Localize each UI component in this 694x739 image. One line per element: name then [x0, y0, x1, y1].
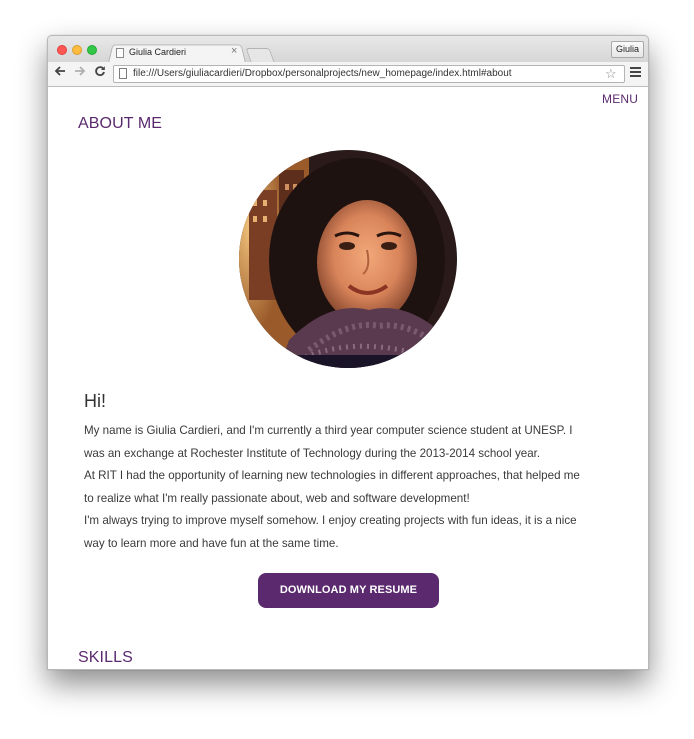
about-me-heading: ABOUT ME	[78, 115, 163, 132]
bio-text: My name is Giulia Cardieri, and I'm curr…	[84, 420, 624, 556]
toolbar: file:///Users/giuliacardieri/Dropbox/per…	[48, 62, 648, 87]
tab-title: Giulia Cardieri	[129, 47, 187, 57]
profile-button[interactable]: Giulia	[611, 41, 645, 58]
hamburger-menu-icon[interactable]	[630, 65, 641, 81]
bio-line: was an exchange at Rochester Institute o…	[84, 446, 541, 460]
address-bar[interactable]: file:///Users/giuliacardieri/Dropbox/per…	[113, 65, 625, 83]
download-resume-button[interactable]: DOWNLOAD MY RESUME	[258, 573, 439, 608]
page-content: MENU ABOUT ME Hi! My name is Giulia Card…	[48, 87, 648, 669]
star-icon[interactable]: ☆	[605, 66, 617, 81]
forward-arrow-icon[interactable]	[74, 65, 86, 81]
bio-line: My name is Giulia Cardieri, and I'm curr…	[84, 424, 573, 437]
browser-window: Giulia Cardieri × Giulia file:///Users/g…	[47, 35, 649, 670]
bio-line: to realize what I'm really passionate ab…	[84, 491, 470, 505]
tab-strip: Giulia Cardieri × Giulia	[48, 36, 648, 63]
profile-photo	[239, 150, 457, 368]
page-icon	[119, 68, 127, 79]
zoom-window-button[interactable]	[87, 45, 97, 55]
greeting-heading: Hi!	[84, 391, 106, 411]
bio-line: At RIT I had the opportunity of learning…	[84, 469, 580, 483]
menu-link[interactable]: MENU	[602, 92, 638, 106]
tab-close-icon[interactable]: ×	[231, 45, 237, 57]
tab-giulia-cardieri[interactable]: Giulia Cardieri ×	[108, 44, 244, 62]
skills-heading: SKILLS	[78, 649, 133, 666]
url-text[interactable]: file:///Users/giuliacardieri/Dropbox/per…	[133, 67, 512, 81]
page-icon	[116, 48, 124, 58]
minimize-window-button[interactable]	[72, 45, 82, 55]
bio-line: I'm always trying to improve myself some…	[84, 514, 577, 528]
bio-line: way to learn more and have fun at the sa…	[84, 536, 339, 550]
back-arrow-icon[interactable]	[54, 65, 66, 81]
close-window-button[interactable]	[57, 45, 67, 55]
new-tab-button[interactable]	[245, 48, 275, 62]
reload-icon[interactable]	[94, 65, 106, 81]
